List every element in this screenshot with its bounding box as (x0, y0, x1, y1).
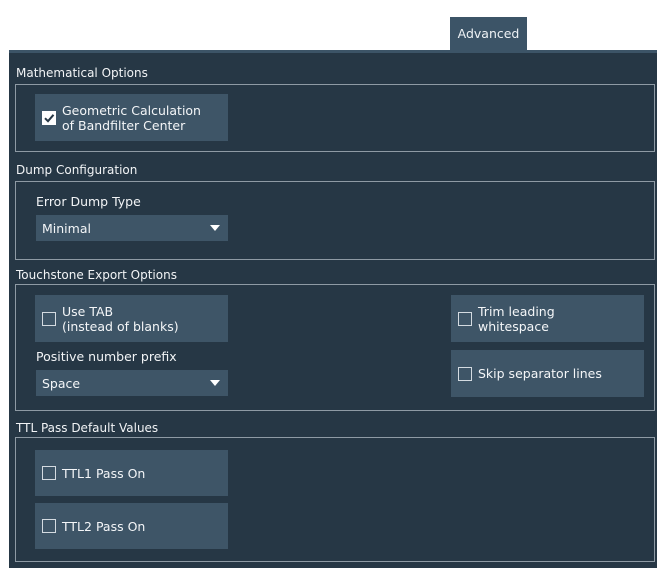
trim-whitespace-label-line2: whitespace (478, 318, 549, 334)
skip-separator-label: Skip separator lines (478, 366, 602, 381)
positive-prefix-label: Positive number prefix (36, 349, 177, 364)
checkbox-unchecked-icon (458, 311, 472, 326)
ttl-defaults-title: TTL Pass Default Values (16, 421, 159, 435)
ttl2-pass-on-label: TTL2 Pass On (62, 518, 146, 534)
tab-advanced[interactable]: Advanced (450, 17, 527, 50)
geometric-calculation-label-line2: of Bandfilter Center (62, 117, 186, 133)
math-options-title: Mathematical Options (16, 66, 148, 80)
ttl1-pass-on-label: TTL1 Pass On (62, 465, 146, 481)
skip-separator-checkbox[interactable]: Skip separator lines (451, 350, 644, 397)
geometric-calculation-label-line1: Geometric Calculation (62, 102, 201, 118)
checkbox-unchecked-icon (42, 311, 56, 326)
error-dump-type-select[interactable]: Minimal (36, 215, 228, 241)
error-dump-type-value: Minimal (42, 220, 91, 236)
use-tab-label-line2: (instead of blanks) (62, 318, 179, 334)
chevron-down-icon (210, 225, 220, 231)
use-tab-checkbox[interactable]: Use TAB (instead of blanks) (35, 295, 228, 342)
checkbox-unchecked-icon (458, 366, 472, 381)
error-dump-type-label: Error Dump Type (36, 194, 141, 209)
ttl1-pass-on-checkbox[interactable]: TTL1 Pass On (35, 450, 228, 496)
use-tab-label-line1: Use TAB (62, 303, 114, 319)
checkbox-unchecked-icon (42, 519, 56, 533)
checkbox-unchecked-icon (42, 466, 56, 480)
touchstone-options-title: Touchstone Export Options (16, 268, 177, 282)
dump-config-title: Dump Configuration (16, 163, 138, 177)
positive-prefix-value: Space (42, 375, 81, 391)
checkbox-checked-icon (42, 110, 56, 125)
trim-whitespace-label-line1: Trim leading (478, 303, 555, 319)
geometric-calculation-checkbox[interactable]: Geometric Calculation of Bandfilter Cent… (35, 94, 228, 141)
chevron-down-icon (210, 380, 220, 386)
ttl2-pass-on-checkbox[interactable]: TTL2 Pass On (35, 503, 228, 549)
positive-prefix-select[interactable]: Space (36, 370, 228, 396)
trim-whitespace-checkbox[interactable]: Trim leading whitespace (451, 295, 644, 342)
